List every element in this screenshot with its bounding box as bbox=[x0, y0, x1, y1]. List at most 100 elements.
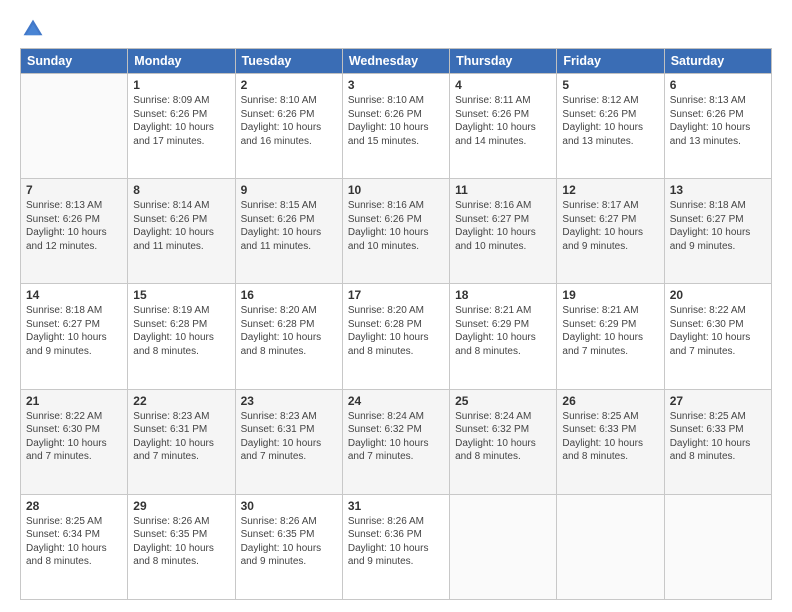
day-number: 6 bbox=[670, 78, 766, 92]
day-cell: 2 Sunrise: 8:10 AM Sunset: 6:26 PM Daylig… bbox=[235, 74, 342, 179]
day-info: Sunrise: 8:13 AM Sunset: 6:26 PM Dayligh… bbox=[26, 199, 122, 253]
day-cell: 9 Sunrise: 8:15 AM Sunset: 6:26 PM Daylig… bbox=[235, 179, 342, 284]
day-info: Sunrise: 8:23 AM Sunset: 6:31 PM Dayligh… bbox=[241, 410, 337, 464]
day-cell: 1 Sunrise: 8:09 AM Sunset: 6:26 PM Daylig… bbox=[128, 74, 235, 179]
day-cell: 7 Sunrise: 8:13 AM Sunset: 6:26 PM Daylig… bbox=[21, 179, 128, 284]
day-number: 9 bbox=[241, 183, 337, 197]
day-number: 28 bbox=[26, 499, 122, 513]
day-cell: 21 Sunrise: 8:22 AM Sunset: 6:30 PM Dayli… bbox=[21, 389, 128, 494]
day-number: 12 bbox=[562, 183, 658, 197]
day-cell: 22 Sunrise: 8:23 AM Sunset: 6:31 PM Dayli… bbox=[128, 389, 235, 494]
day-number: 5 bbox=[562, 78, 658, 92]
header-row: SundayMondayTuesdayWednesdayThursdayFrid… bbox=[21, 49, 772, 74]
day-cell: 5 Sunrise: 8:12 AM Sunset: 6:26 PM Daylig… bbox=[557, 74, 664, 179]
day-cell bbox=[21, 74, 128, 179]
day-info: Sunrise: 8:10 AM Sunset: 6:26 PM Dayligh… bbox=[348, 94, 444, 148]
day-number: 15 bbox=[133, 288, 229, 302]
day-number: 27 bbox=[670, 394, 766, 408]
day-cell: 20 Sunrise: 8:22 AM Sunset: 6:30 PM Dayli… bbox=[664, 284, 771, 389]
day-number: 14 bbox=[26, 288, 122, 302]
day-cell bbox=[664, 494, 771, 599]
week-row-5: 28Sunrise: 8:25 AM Sunset: 6:34 PM Dayli… bbox=[21, 494, 772, 599]
day-info: Sunrise: 8:22 AM Sunset: 6:30 PM Dayligh… bbox=[670, 304, 766, 358]
day-header-wednesday: Wednesday bbox=[342, 49, 449, 74]
day-info: Sunrise: 8:15 AM Sunset: 6:26 PM Dayligh… bbox=[241, 199, 337, 253]
day-number: 20 bbox=[670, 288, 766, 302]
week-row-4: 21 Sunrise: 8:22 AM Sunset: 6:30 PM Dayli… bbox=[21, 389, 772, 494]
day-cell: 14 Sunrise: 8:18 AM Sunset: 6:27 PM Dayli… bbox=[21, 284, 128, 389]
day-number: 16 bbox=[241, 288, 337, 302]
day-info: Sunrise: 8:26 AM Sunset: 6:35 PM Dayligh… bbox=[241, 515, 337, 569]
day-number: 8 bbox=[133, 183, 229, 197]
day-info: Sunrise: 8:26 AM Sunset: 6:36 PM Dayligh… bbox=[348, 515, 444, 569]
day-cell: 10 Sunrise: 8:16 AM Sunset: 6:26 PM Dayli… bbox=[342, 179, 449, 284]
day-number: 3 bbox=[348, 78, 444, 92]
day-cell: 8 Sunrise: 8:14 AM Sunset: 6:26 PM Daylig… bbox=[128, 179, 235, 284]
day-info: Sunrise: 8:12 AM Sunset: 6:26 PM Dayligh… bbox=[562, 94, 658, 148]
day-info: Sunrise: 8:17 AM Sunset: 6:27 PM Dayligh… bbox=[562, 199, 658, 253]
day-cell bbox=[557, 494, 664, 599]
day-info: Sunrise: 8:10 AM Sunset: 6:26 PM Dayligh… bbox=[241, 94, 337, 148]
day-cell: 6 Sunrise: 8:13 AM Sunset: 6:26 PM Daylig… bbox=[664, 74, 771, 179]
day-number: 4 bbox=[455, 78, 551, 92]
day-number: 23 bbox=[241, 394, 337, 408]
day-header-friday: Friday bbox=[557, 49, 664, 74]
day-info: Sunrise: 8:24 AM Sunset: 6:32 PM Dayligh… bbox=[348, 410, 444, 464]
day-cell: 30Sunrise: 8:26 AM Sunset: 6:35 PM Dayli… bbox=[235, 494, 342, 599]
day-number: 26 bbox=[562, 394, 658, 408]
day-header-sunday: Sunday bbox=[21, 49, 128, 74]
day-number: 24 bbox=[348, 394, 444, 408]
week-row-1: 1 Sunrise: 8:09 AM Sunset: 6:26 PM Daylig… bbox=[21, 74, 772, 179]
day-number: 31 bbox=[348, 499, 444, 513]
day-number: 22 bbox=[133, 394, 229, 408]
day-info: Sunrise: 8:20 AM Sunset: 6:28 PM Dayligh… bbox=[348, 304, 444, 358]
day-info: Sunrise: 8:16 AM Sunset: 6:27 PM Dayligh… bbox=[455, 199, 551, 253]
page: SundayMondayTuesdayWednesdayThursdayFrid… bbox=[0, 0, 792, 612]
day-number: 11 bbox=[455, 183, 551, 197]
day-info: Sunrise: 8:18 AM Sunset: 6:27 PM Dayligh… bbox=[26, 304, 122, 358]
day-number: 2 bbox=[241, 78, 337, 92]
day-cell: 24 Sunrise: 8:24 AM Sunset: 6:32 PM Dayli… bbox=[342, 389, 449, 494]
day-info: Sunrise: 8:20 AM Sunset: 6:28 PM Dayligh… bbox=[241, 304, 337, 358]
day-number: 10 bbox=[348, 183, 444, 197]
day-header-monday: Monday bbox=[128, 49, 235, 74]
day-cell: 31 Sunrise: 8:26 AM Sunset: 6:36 PM Dayli… bbox=[342, 494, 449, 599]
day-cell: 18Sunrise: 8:21 AM Sunset: 6:29 PM Dayli… bbox=[450, 284, 557, 389]
day-cell: 13Sunrise: 8:18 AM Sunset: 6:27 PM Dayli… bbox=[664, 179, 771, 284]
day-number: 7 bbox=[26, 183, 122, 197]
day-info: Sunrise: 8:23 AM Sunset: 6:31 PM Dayligh… bbox=[133, 410, 229, 464]
day-info: Sunrise: 8:25 AM Sunset: 6:33 PM Dayligh… bbox=[562, 410, 658, 464]
day-number: 17 bbox=[348, 288, 444, 302]
calendar-table: SundayMondayTuesdayWednesdayThursdayFrid… bbox=[20, 48, 772, 600]
week-row-2: 7 Sunrise: 8:13 AM Sunset: 6:26 PM Daylig… bbox=[21, 179, 772, 284]
day-number: 29 bbox=[133, 499, 229, 513]
day-info: Sunrise: 8:24 AM Sunset: 6:32 PM Dayligh… bbox=[455, 410, 551, 464]
day-cell bbox=[450, 494, 557, 599]
day-cell: 28Sunrise: 8:25 AM Sunset: 6:34 PM Dayli… bbox=[21, 494, 128, 599]
day-info: Sunrise: 8:13 AM Sunset: 6:26 PM Dayligh… bbox=[670, 94, 766, 148]
day-header-tuesday: Tuesday bbox=[235, 49, 342, 74]
day-info: Sunrise: 8:25 AM Sunset: 6:33 PM Dayligh… bbox=[670, 410, 766, 464]
day-cell: 25 Sunrise: 8:24 AM Sunset: 6:32 PM Dayli… bbox=[450, 389, 557, 494]
top-section bbox=[20, 18, 772, 40]
day-cell: 19Sunrise: 8:21 AM Sunset: 6:29 PM Dayli… bbox=[557, 284, 664, 389]
day-info: Sunrise: 8:22 AM Sunset: 6:30 PM Dayligh… bbox=[26, 410, 122, 464]
day-cell: 23 Sunrise: 8:23 AM Sunset: 6:31 PM Dayli… bbox=[235, 389, 342, 494]
day-cell: 17 Sunrise: 8:20 AM Sunset: 6:28 PM Dayli… bbox=[342, 284, 449, 389]
day-cell: 29 Sunrise: 8:26 AM Sunset: 6:35 PM Dayli… bbox=[128, 494, 235, 599]
day-number: 21 bbox=[26, 394, 122, 408]
day-info: Sunrise: 8:11 AM Sunset: 6:26 PM Dayligh… bbox=[455, 94, 551, 148]
day-number: 1 bbox=[133, 78, 229, 92]
day-info: Sunrise: 8:09 AM Sunset: 6:26 PM Dayligh… bbox=[133, 94, 229, 148]
day-info: Sunrise: 8:21 AM Sunset: 6:29 PM Dayligh… bbox=[455, 304, 551, 358]
day-number: 25 bbox=[455, 394, 551, 408]
day-cell: 3 Sunrise: 8:10 AM Sunset: 6:26 PM Daylig… bbox=[342, 74, 449, 179]
day-cell: 11 Sunrise: 8:16 AM Sunset: 6:27 PM Dayli… bbox=[450, 179, 557, 284]
logo-icon bbox=[22, 18, 44, 40]
week-row-3: 14 Sunrise: 8:18 AM Sunset: 6:27 PM Dayli… bbox=[21, 284, 772, 389]
day-info: Sunrise: 8:14 AM Sunset: 6:26 PM Dayligh… bbox=[133, 199, 229, 253]
day-number: 19 bbox=[562, 288, 658, 302]
day-info: Sunrise: 8:16 AM Sunset: 6:26 PM Dayligh… bbox=[348, 199, 444, 253]
day-info: Sunrise: 8:18 AM Sunset: 6:27 PM Dayligh… bbox=[670, 199, 766, 253]
day-info: Sunrise: 8:26 AM Sunset: 6:35 PM Dayligh… bbox=[133, 515, 229, 569]
